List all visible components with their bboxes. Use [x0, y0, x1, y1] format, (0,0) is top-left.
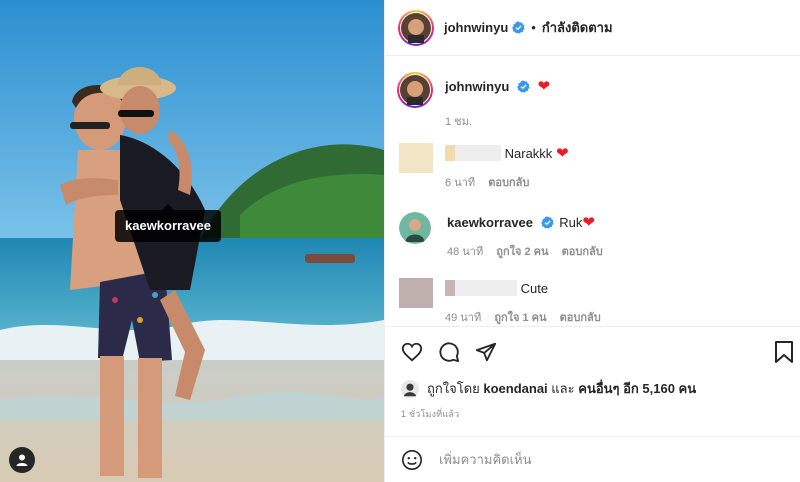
header-separator: •	[531, 20, 536, 35]
comment-likes[interactable]: ถูกใจ 1 คน	[494, 312, 546, 324]
comment-username-redacted	[445, 280, 517, 296]
caption-avatar[interactable]	[397, 72, 433, 108]
verified-badge-icon	[512, 21, 525, 34]
header-username[interactable]: johnwinyu	[444, 20, 508, 35]
user-tag-bubble[interactable]: kaewkorravee	[115, 204, 222, 242]
liker-avatar[interactable]	[401, 379, 419, 398]
comment-avatar[interactable]	[399, 278, 433, 308]
likes-prefix: ถูกใจโดย	[427, 381, 480, 396]
reply-button[interactable]: ตอบกลับ	[488, 177, 529, 189]
bookmark-icon[interactable]	[774, 341, 794, 363]
likes-user[interactable]: koendanai	[483, 381, 547, 396]
likes-summary: ถูกใจโดย koendanai และ คนอื่นๆ อีก 5,160…	[401, 378, 696, 399]
verified-badge-icon	[517, 80, 530, 93]
comment-avatar[interactable]	[399, 143, 433, 173]
post-photo[interactable]: kaewkorravee	[0, 0, 384, 482]
heart-icon[interactable]	[401, 341, 423, 363]
post-header: johnwinyu • กำลังติดตาม	[385, 0, 800, 56]
share-icon[interactable]	[475, 341, 497, 363]
comment-item: Narakkk ❤ 6 นาที ตอบกลับ	[399, 143, 569, 191]
likes-middle: และ	[551, 381, 575, 396]
avatar-image	[400, 75, 430, 105]
post-actions-bar	[385, 326, 800, 327]
comment-item: kaewkorravee Ruk❤ 48 นาที ถูกใจ 2 คน ตอบ…	[399, 212, 613, 260]
add-comment-bar	[385, 436, 800, 482]
heart-emoji: ❤	[582, 214, 595, 231]
comment-icon[interactable]	[438, 341, 460, 363]
author-avatar[interactable]	[398, 9, 434, 46]
comment-text: Narakkk	[504, 146, 553, 161]
comment-item: Cute 49 นาที ถูกใจ 1 คน ตอบกลับ	[399, 278, 611, 326]
comment-input[interactable]	[437, 451, 761, 468]
post-detail-panel: johnwinyu • กำลังติดตาม johnwinyu ❤ 1 ชม…	[384, 0, 800, 482]
caption-time: 1 ชม.	[445, 116, 472, 128]
comment-username-redacted	[445, 145, 501, 161]
comment-text: Ruk	[559, 215, 583, 230]
verified-badge-icon	[540, 216, 554, 229]
avatar-image	[401, 12, 431, 43]
caption: johnwinyu ❤ 1 ชม.	[397, 72, 551, 130]
smiley-icon[interactable]	[401, 449, 423, 471]
heart-emoji: ❤	[555, 145, 569, 162]
comment-username[interactable]: kaewkorravee	[447, 215, 533, 230]
heart-emoji: ❤	[537, 78, 551, 95]
comment-text: Cute	[520, 281, 549, 296]
reply-button[interactable]: ตอบกลับ	[562, 246, 603, 258]
likes-others[interactable]: คนอื่นๆ อีก 5,160 คน	[578, 378, 696, 399]
caption-username[interactable]: johnwinyu	[445, 79, 509, 94]
following-button[interactable]: กำลังติดตาม	[542, 17, 613, 38]
tags-toggle-button[interactable]	[9, 447, 35, 473]
comment-time: 48 นาที	[447, 246, 484, 258]
post-time: 1 ชั่วโมงที่แล้ว	[401, 409, 460, 419]
comment-time: 49 นาที	[445, 312, 482, 324]
user-icon	[16, 454, 28, 466]
comment-likes[interactable]: ถูกใจ 2 คน	[496, 246, 548, 258]
comment-avatar[interactable]	[399, 212, 431, 244]
reply-button[interactable]: ตอบกลับ	[560, 312, 601, 324]
comment-time: 6 นาที	[445, 177, 476, 189]
